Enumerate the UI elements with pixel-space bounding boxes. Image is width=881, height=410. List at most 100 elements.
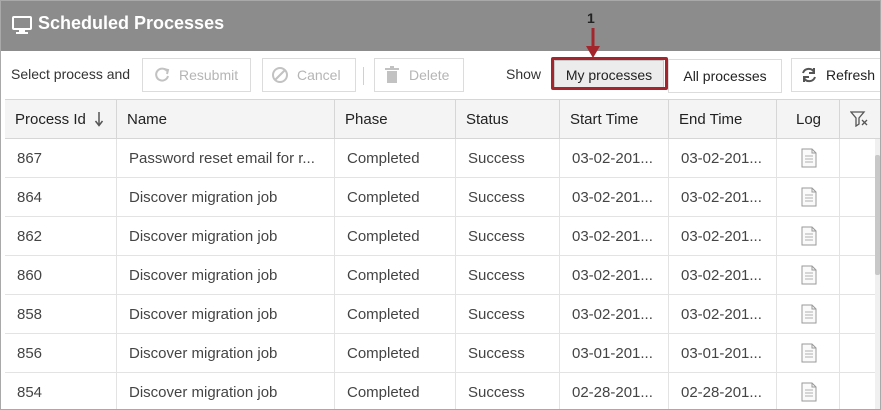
log-file-icon[interactable] (801, 187, 817, 207)
show-label: Show (506, 66, 542, 82)
column-header-name[interactable]: Name (117, 100, 335, 138)
cell-empty (840, 256, 880, 294)
cell-name: Discover migration job (117, 217, 335, 255)
cell-end-time: 03-02-201... (669, 178, 777, 216)
cell-end-time: 03-02-201... (669, 256, 777, 294)
filter-icon (850, 111, 868, 127)
processes-table: Process Id Name Phase Status Start Time … (5, 99, 880, 409)
cell-start-time: 03-02-201... (560, 256, 669, 294)
cell-end-time: 03-02-201... (669, 217, 777, 255)
annotation-highlight-box (551, 57, 668, 90)
cell-process-id: 856 (5, 334, 117, 372)
refresh-label: Refresh (826, 67, 876, 83)
resubmit-label: Resubmit (179, 67, 239, 83)
cell-end-time: 03-02-201... (669, 295, 777, 333)
column-header-start-time[interactable]: Start Time (560, 100, 669, 138)
log-file-icon[interactable] (801, 226, 817, 246)
cell-process-id: 867 (5, 139, 117, 177)
cell-status: Success (456, 295, 560, 333)
annotation-number: 1 (587, 10, 595, 26)
cell-name: Discover migration job (117, 295, 335, 333)
cell-process-id: 858 (5, 295, 117, 333)
cell-log (777, 256, 840, 294)
toolbar: Select process and Resubmit Cancel Delet… (1, 51, 880, 99)
cell-phase: Completed (335, 256, 456, 294)
cell-log (777, 178, 840, 216)
cell-empty (840, 217, 880, 255)
cell-end-time: 03-02-201... (669, 139, 777, 177)
select-process-label: Select process and (11, 66, 131, 82)
cell-start-time: 02-28-201... (560, 373, 669, 409)
scheduled-processes-window: Scheduled Processes Select process and R… (0, 0, 881, 410)
cell-process-id: 860 (5, 256, 117, 294)
window-title: Scheduled Processes (38, 13, 225, 33)
table-row[interactable]: 858 Discover migration job Completed Succes… (5, 295, 880, 334)
cell-name: Discover migration job (117, 334, 335, 372)
table-row[interactable]: 867 Password reset email for r... Complete… (5, 139, 880, 178)
cell-end-time: 02-28-201... (669, 373, 777, 409)
cell-log (777, 139, 840, 177)
cell-process-id: 862 (5, 217, 117, 255)
cell-start-time: 03-02-201... (560, 217, 669, 255)
log-file-icon[interactable] (801, 148, 817, 168)
table-row[interactable]: 864 Discover migration job Completed Succes… (5, 178, 880, 217)
column-header-log[interactable]: Log (777, 100, 840, 138)
cell-start-time: 03-02-201... (560, 139, 669, 177)
cell-status: Success (456, 139, 560, 177)
log-file-icon[interactable] (801, 343, 817, 363)
table-row[interactable]: 856 Discover migration job Completed Succes… (5, 334, 880, 373)
scrollbar-thumb[interactable] (875, 155, 880, 275)
cell-status: Success (456, 178, 560, 216)
delete-button[interactable]: Delete (374, 58, 464, 92)
all-processes-label: All processes (683, 68, 767, 84)
cell-log (777, 334, 840, 372)
cell-end-time: 03-01-201... (669, 334, 777, 372)
refresh-button[interactable]: Refresh (791, 58, 880, 92)
log-file-icon[interactable] (801, 382, 817, 402)
cell-process-id: 854 (5, 373, 117, 409)
filter-button[interactable] (840, 100, 880, 138)
cell-name: Discover migration job (117, 256, 335, 294)
log-file-icon[interactable] (801, 304, 817, 324)
cell-status: Success (456, 256, 560, 294)
monitor-icon (12, 16, 32, 34)
cell-name: Discover migration job (117, 373, 335, 409)
log-file-icon[interactable] (801, 265, 817, 285)
column-header-end-time[interactable]: End Time (669, 100, 777, 138)
cell-log (777, 295, 840, 333)
trash-icon (383, 66, 401, 84)
cancel-label: Cancel (297, 67, 341, 83)
cell-phase: Completed (335, 217, 456, 255)
cell-phase: Completed (335, 373, 456, 409)
cell-status: Success (456, 217, 560, 255)
cell-empty (840, 139, 880, 177)
cell-status: Success (456, 373, 560, 409)
cell-process-id: 864 (5, 178, 117, 216)
cell-name: Discover migration job (117, 178, 335, 216)
cell-phase: Completed (335, 334, 456, 372)
table-row[interactable]: 854 Discover migration job Completed Succes… (5, 373, 880, 409)
cell-status: Success (456, 334, 560, 372)
title-bar: Scheduled Processes (1, 1, 880, 51)
table-row[interactable]: 862 Discover migration job Completed Succes… (5, 217, 880, 256)
cell-log (777, 373, 840, 409)
cancel-icon (271, 66, 289, 84)
cell-phase: Completed (335, 139, 456, 177)
column-header-status[interactable]: Status (456, 100, 560, 138)
column-header-phase[interactable]: Phase (335, 100, 456, 138)
column-header-process-id[interactable]: Process Id (5, 100, 117, 138)
cell-start-time: 03-01-201... (560, 334, 669, 372)
resubmit-button[interactable]: Resubmit (142, 58, 251, 92)
resubmit-icon (153, 66, 171, 84)
cell-empty (840, 295, 880, 333)
table-header: Process Id Name Phase Status Start Time … (5, 99, 880, 139)
cell-empty (840, 373, 880, 409)
cell-start-time: 03-02-201... (560, 295, 669, 333)
cell-start-time: 03-02-201... (560, 178, 669, 216)
all-processes-button[interactable]: All processes (668, 59, 782, 93)
table-row[interactable]: 860 Discover migration job Completed Succes… (5, 256, 880, 295)
cell-empty (840, 334, 880, 372)
cell-name: Password reset email for r... (117, 139, 335, 177)
cancel-button[interactable]: Cancel (262, 58, 356, 92)
delete-label: Delete (409, 67, 450, 83)
